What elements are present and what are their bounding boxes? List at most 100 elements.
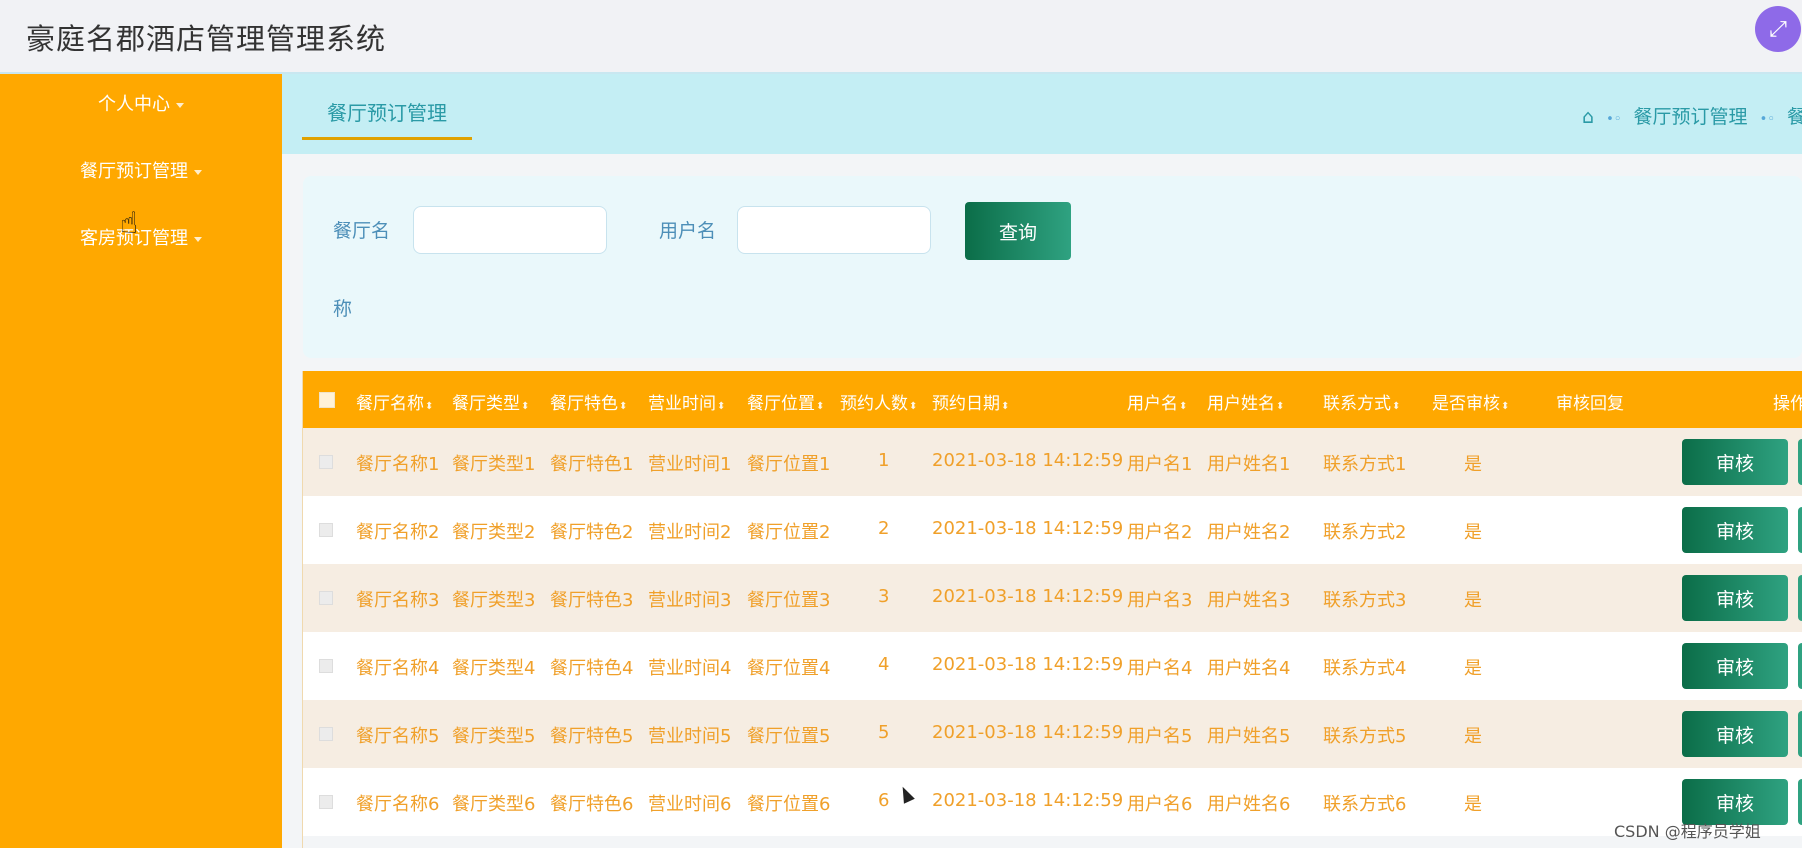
fullscreen-icon[interactable]: ⤢ (1755, 6, 1801, 52)
table-cell: 联系方式6 (1323, 794, 1407, 815)
sidebar-item-personal-center[interactable]: 个人中心 (0, 90, 282, 116)
table-cell: 餐厅名称5 (356, 726, 440, 747)
tab-restaurant-booking[interactable]: 餐厅预订管理 (302, 100, 472, 140)
table-cell: 餐厅特色4 (550, 658, 634, 679)
table-cell: 餐厅位置6 (747, 794, 831, 815)
table-cell: 是 (1464, 726, 1482, 747)
watermark: CSDN @程序员学姐 (1614, 822, 1761, 841)
sort-icon[interactable]: ⬍ (816, 401, 824, 412)
table-cell: 是 (1464, 658, 1482, 679)
table-cell: 餐厅位置2 (747, 522, 831, 543)
sort-icon[interactable]: ⬍ (1179, 401, 1187, 412)
action-button-partial[interactable] (1798, 643, 1802, 689)
column-header[interactable]: 餐厅名称⬍ (356, 389, 433, 414)
table-cell: 营业时间4 (648, 658, 732, 679)
audit-button[interactable]: 审核 (1682, 507, 1788, 553)
booking-table: 餐厅名称⬍ 餐厅类型⬍ 餐厅特色⬍ 营业时间⬍ 餐厅位置⬍ 预约人数⬍ 预约日期⬍ 用户名⬍ 用… (302, 371, 1802, 848)
sort-icon[interactable]: ⬍ (909, 401, 917, 412)
column-header: 审核回复 (1556, 389, 1624, 414)
column-header[interactable]: 是否审核⬍ (1432, 389, 1509, 414)
table-cell: 餐厅位置4 (747, 658, 831, 679)
sort-icon[interactable]: ⬍ (1392, 401, 1400, 412)
table-row: 餐厅名称6 餐厅类型6 餐厅特色6 营业时间6 餐厅位置6 6 2021-03-18 14:… (303, 768, 1802, 836)
column-header: 操作 (1773, 389, 1802, 414)
table-cell: 用户姓名6 (1207, 794, 1291, 815)
action-button-partial[interactable] (1798, 439, 1802, 485)
audit-button[interactable]: 审核 (1682, 643, 1788, 689)
column-header-label: 预约日期 (932, 394, 1000, 414)
select-all-checkbox[interactable] (319, 392, 335, 408)
sort-icon[interactable]: ⬍ (1501, 401, 1509, 412)
table-cell: 营业时间3 (648, 590, 732, 611)
table-header: 餐厅名称⬍ 餐厅类型⬍ 餐厅特色⬍ 营业时间⬍ 餐厅位置⬍ 预约人数⬍ 预约日期⬍ 用户名⬍ 用… (303, 371, 1802, 428)
restaurant-name-input[interactable] (413, 206, 607, 254)
table-cell: 2 (878, 518, 890, 539)
table-cell: 2021-03-18 14:12:59 (932, 790, 1124, 811)
sidebar-item-room-booking[interactable]: 客房预订管理 (0, 224, 282, 250)
table-cell: 联系方式4 (1323, 658, 1407, 679)
row-checkbox[interactable] (319, 795, 333, 809)
table-cell: 营业时间2 (648, 522, 732, 543)
table-cell: 是 (1464, 522, 1482, 543)
column-header[interactable]: 餐厅位置⬍ (747, 389, 824, 414)
column-header[interactable]: 预约日期⬍ (932, 389, 1009, 414)
column-header-label: 营业时间 (648, 394, 716, 414)
audit-button[interactable]: 审核 (1682, 575, 1788, 621)
action-button-partial[interactable] (1798, 779, 1802, 825)
row-checkbox[interactable] (319, 523, 333, 537)
sort-icon[interactable]: ⬍ (1276, 401, 1284, 412)
sort-icon[interactable]: ⬍ (1001, 401, 1009, 412)
tab-bar: 餐厅预订管理 ⌂ •◦ 餐厅预订管理 •◦ 餐 (282, 74, 1802, 154)
column-header-label: 是否审核 (1432, 394, 1500, 414)
table-cell: 餐厅名称2 (356, 522, 440, 543)
row-checkbox[interactable] (319, 659, 333, 673)
column-header[interactable]: 餐厅特色⬍ (550, 389, 627, 414)
sort-icon[interactable]: ⬍ (619, 401, 627, 412)
row-checkbox[interactable] (319, 591, 333, 605)
table-cell: 5 (878, 722, 890, 743)
table-row: 餐厅名称5 餐厅类型5 餐厅特色5 营业时间5 餐厅位置5 5 2021-03-18 14:… (303, 700, 1802, 768)
table-cell: 2021-03-18 14:12:59 (932, 586, 1124, 607)
sidebar-item-restaurant-booking[interactable]: 餐厅预订管理 (0, 157, 282, 183)
table-cell: 用户姓名4 (1207, 658, 1291, 679)
app-title: 豪庭名郡酒店管理管理系统 (26, 22, 387, 56)
sort-icon[interactable]: ⬍ (521, 401, 529, 412)
table-cell: 餐厅类型5 (452, 726, 536, 747)
table-row: 餐厅名称1 餐厅类型1 餐厅特色1 营业时间1 餐厅位置1 1 2021-03-18 14:… (303, 428, 1802, 496)
table-row: 餐厅名称3 餐厅类型3 餐厅特色3 营业时间3 餐厅位置3 3 2021-03-18 14:… (303, 564, 1802, 632)
breadcrumb-item: 餐 (1786, 106, 1802, 128)
table-cell: 营业时间5 (648, 726, 732, 747)
table-cell: 用户名2 (1127, 522, 1193, 543)
column-header-label: 餐厅位置 (747, 394, 815, 414)
home-icon[interactable]: ⌂ (1582, 106, 1594, 128)
table-cell: 2021-03-18 14:12:59 (932, 722, 1124, 743)
table-cell: 联系方式5 (1323, 726, 1407, 747)
audit-button[interactable]: 审核 (1682, 439, 1788, 485)
row-checkbox[interactable] (319, 455, 333, 469)
column-header[interactable]: 餐厅类型⬍ (452, 389, 529, 414)
column-header[interactable]: 用户名⬍ (1127, 389, 1187, 414)
table-cell: 餐厅位置3 (747, 590, 831, 611)
audit-button[interactable]: 审核 (1682, 711, 1788, 757)
table-cell: 联系方式3 (1323, 590, 1407, 611)
table-cell: 6 (878, 790, 890, 811)
query-button[interactable]: 查询 (965, 202, 1071, 260)
column-header-label: 餐厅特色 (550, 394, 618, 414)
table-cell: 营业时间6 (648, 794, 732, 815)
column-header[interactable]: 用户姓名⬍ (1207, 389, 1284, 414)
breadcrumb: ⌂ •◦ 餐厅预订管理 •◦ 餐 (1582, 102, 1802, 129)
table-cell: 2021-03-18 14:12:59 (932, 450, 1124, 471)
column-header[interactable]: 预约人数⬍ (840, 389, 917, 414)
column-header[interactable]: 联系方式⬍ (1323, 389, 1400, 414)
column-header[interactable]: 营业时间⬍ (648, 389, 725, 414)
column-header-label: 餐厅类型 (452, 394, 520, 414)
sort-icon[interactable]: ⬍ (717, 401, 725, 412)
sidebar-item-label: 餐厅预订管理 (80, 161, 188, 182)
username-input[interactable] (737, 206, 931, 254)
sort-icon[interactable]: ⬍ (425, 401, 433, 412)
breadcrumb-item[interactable]: 餐厅预订管理 (1634, 106, 1748, 128)
action-button-partial[interactable] (1798, 507, 1802, 553)
action-button-partial[interactable] (1798, 575, 1802, 621)
row-checkbox[interactable] (319, 727, 333, 741)
action-button-partial[interactable] (1798, 711, 1802, 757)
